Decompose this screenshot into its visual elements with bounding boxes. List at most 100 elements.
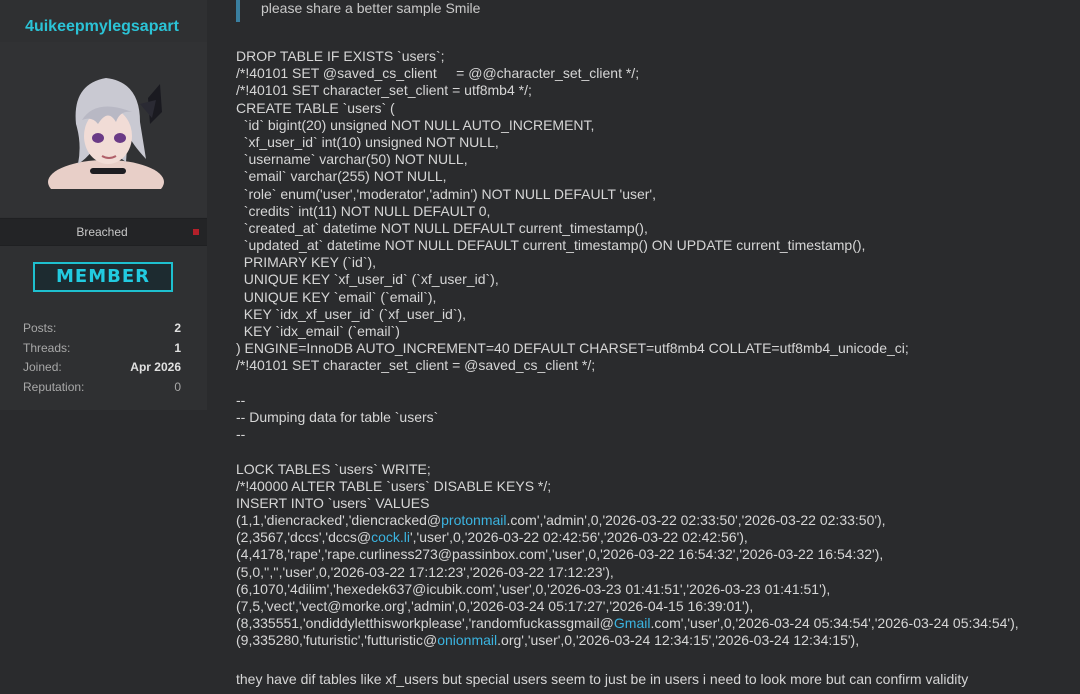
code-line: (7,5,'vect','vect@morke.org','admin',0,'… bbox=[236, 598, 1072, 615]
code-text: `role` enum('user','moderator','admin') … bbox=[236, 185, 656, 202]
stat-label: Joined: bbox=[23, 360, 62, 374]
code-text: (8,335551,'ondiddyletthisworkplease','ra… bbox=[236, 615, 614, 632]
stat-label: Posts: bbox=[23, 321, 57, 335]
quote-bar bbox=[236, 0, 240, 22]
email-domain-link[interactable]: protonmail bbox=[441, 512, 506, 528]
code-line: (6,1070,'4dilim','hexedek637@icubik.com'… bbox=[236, 581, 1072, 598]
code-line: KEY `idx_xf_user_id` (`xf_user_id`), bbox=[236, 306, 1072, 323]
code-line: (1,1,'diencracked','diencracked@protonma… bbox=[236, 512, 1072, 529]
code-line: (8,335551,'ondiddyletthisworkplease','ra… bbox=[236, 615, 1072, 632]
code-line: `email` varchar(255) NOT NULL, bbox=[236, 168, 1072, 185]
code-line: PRIMARY KEY (`id`), bbox=[236, 254, 1072, 271]
code-line: `role` enum('user','moderator','admin') … bbox=[236, 186, 1072, 203]
stat-joined: Joined: Apr 2026 bbox=[23, 360, 181, 376]
code-text: (6,1070,'4dilim','hexedek637@icubik.com'… bbox=[236, 580, 831, 597]
code-text: `xf_user_id` int(10) unsigned NOT NULL, bbox=[236, 133, 499, 150]
code-text: `email` varchar(255) NOT NULL, bbox=[236, 168, 447, 185]
stat-reputation: Reputation: 0 bbox=[23, 380, 181, 396]
code-text: .com','user',0,'2026-03-24 05:34:54','20… bbox=[650, 615, 1019, 632]
code-text: (7,5,'vect','vect@morke.org','admin',0,'… bbox=[236, 598, 754, 614]
code-text: /*!40101 SET @saved_cs_client = @@charac… bbox=[236, 65, 640, 82]
code-text: (4,4178,'rape','rape.curliness273@passin… bbox=[236, 546, 884, 563]
code-line: ) ENGINE=InnoDB AUTO_INCREMENT=40 DEFAUL… bbox=[236, 340, 1072, 357]
code-line: (9,335280,'futuristic','futturistic@onio… bbox=[236, 632, 1072, 649]
code-line: -- bbox=[236, 426, 1072, 443]
code-line: `id` bigint(20) unsigned NOT NULL AUTO_I… bbox=[236, 117, 1072, 134]
code-text: LOCK TABLES `users` WRITE; bbox=[236, 460, 431, 477]
post-body: DROP TABLE IF EXISTS `users`;/*!40101 SE… bbox=[236, 48, 1072, 650]
code-text: `updated_at` datetime NOT NULL DEFAULT c… bbox=[236, 237, 866, 254]
avatar-image bbox=[48, 78, 164, 189]
stat-value: Apr 2026 bbox=[130, 360, 181, 374]
code-line: LOCK TABLES `users` WRITE; bbox=[236, 461, 1072, 478]
code-line: /*!40000 ALTER TABLE `users` DISABLE KEY… bbox=[236, 478, 1072, 495]
code-text: ','user',0,'2026-03-22 02:42:56','2026-0… bbox=[409, 529, 748, 546]
code-line: `credits` int(11) NOT NULL DEFAULT 0, bbox=[236, 203, 1072, 220]
code-line: (4,4178,'rape','rape.curliness273@passin… bbox=[236, 546, 1072, 563]
code-line: `xf_user_id` int(10) unsigned NOT NULL, bbox=[236, 134, 1072, 151]
code-text: `username` varchar(50) NOT NULL, bbox=[236, 151, 468, 168]
code-text: KEY `idx_email` (`email`) bbox=[236, 323, 400, 339]
code-line: `username` varchar(50) NOT NULL, bbox=[236, 151, 1072, 168]
code-text: .org','user',0,'2026-03-24 12:34:15','20… bbox=[497, 632, 860, 649]
code-line: /*!40101 SET @saved_cs_client = @@charac… bbox=[236, 65, 1072, 82]
email-domain-link[interactable]: cock.li bbox=[371, 529, 410, 545]
rank-bar: Breached bbox=[0, 218, 207, 246]
email-domain-link[interactable]: onionmail bbox=[437, 632, 497, 648]
code-text: /*!40000 ALTER TABLE `users` DISABLE KEY… bbox=[236, 477, 552, 494]
code-line: KEY `idx_email` (`email`) bbox=[236, 323, 1072, 340]
status-indicator bbox=[193, 229, 199, 235]
code-text: -- bbox=[236, 391, 246, 408]
code-line: /*!40101 SET character_set_client = @sav… bbox=[236, 357, 1072, 374]
stat-threads: Threads: 1 bbox=[23, 341, 181, 357]
code-line: `updated_at` datetime NOT NULL DEFAULT c… bbox=[236, 237, 1072, 254]
code-line: (5,0,'','','user',0,'2026-03-22 17:12:23… bbox=[236, 564, 1072, 581]
code-line: UNIQUE KEY `xf_user_id` (`xf_user_id`), bbox=[236, 271, 1072, 288]
code-text: (2,3567,'dccs','dccs@ bbox=[236, 529, 372, 546]
stat-value[interactable]: 2 bbox=[174, 321, 181, 335]
code-text: CREATE TABLE `users` ( bbox=[236, 99, 395, 116]
code-text: .com','admin',0,'2026-03-22 02:33:50','2… bbox=[506, 512, 886, 529]
code-text: (5,0,'','','user',0,'2026-03-22 17:12:23… bbox=[236, 563, 614, 580]
quote-text: please share a better sample Smile bbox=[261, 0, 481, 16]
email-domain-link[interactable]: Gmail bbox=[614, 615, 651, 631]
code-line: INSERT INTO `users` VALUES bbox=[236, 495, 1072, 512]
code-line: /*!40101 SET character_set_client = utf8… bbox=[236, 82, 1072, 99]
code-line: DROP TABLE IF EXISTS `users`; bbox=[236, 48, 1072, 65]
code-text: (1,1,'diencracked','diencracked@ bbox=[236, 512, 442, 529]
code-text: -- Dumping data for table `users` bbox=[236, 408, 439, 425]
avatar[interactable] bbox=[0, 42, 207, 217]
username-link[interactable]: 4uikeepmylegsapart bbox=[0, 18, 204, 36]
stat-value[interactable]: 0 bbox=[174, 380, 181, 394]
code-text: PRIMARY KEY (`id`), bbox=[236, 254, 377, 271]
stat-label: Reputation: bbox=[23, 380, 85, 394]
member-badge: MEMBER bbox=[33, 262, 173, 292]
code-text: DROP TABLE IF EXISTS `users`; bbox=[236, 48, 445, 64]
code-line: -- Dumping data for table `users` bbox=[236, 409, 1072, 426]
post-footer-text: they have dif tables like xf_users but s… bbox=[236, 671, 969, 687]
code-text: `created_at` datetime NOT NULL DEFAULT c… bbox=[236, 219, 648, 236]
stat-label: Threads: bbox=[23, 341, 71, 355]
code-text: -- bbox=[236, 426, 246, 443]
stat-posts: Posts: 2 bbox=[23, 321, 181, 337]
code-text: ) ENGINE=InnoDB AUTO_INCREMENT=40 DEFAUL… bbox=[236, 340, 909, 357]
code-text: INSERT INTO `users` VALUES bbox=[236, 494, 430, 511]
user-sidebar: 4uikeepmylegsapart Breached MEMBER Posts… bbox=[0, 0, 207, 410]
code-text: /*!40101 SET character_set_client = utf8… bbox=[236, 82, 532, 99]
code-line: UNIQUE KEY `email` (`email`), bbox=[236, 289, 1072, 306]
code-text: UNIQUE KEY `xf_user_id` (`xf_user_id`), bbox=[236, 271, 499, 288]
code-line: CREATE TABLE `users` ( bbox=[236, 100, 1072, 117]
code-line: `created_at` datetime NOT NULL DEFAULT c… bbox=[236, 220, 1072, 237]
code-text: /*!40101 SET character_set_client = @sav… bbox=[236, 357, 596, 374]
code-text: (9,335280,'futuristic','futturistic@ bbox=[236, 632, 438, 649]
rank-label: Breached bbox=[76, 225, 128, 239]
code-text: `id` bigint(20) unsigned NOT NULL AUTO_I… bbox=[236, 116, 595, 133]
stat-value[interactable]: 1 bbox=[174, 341, 181, 355]
code-text: UNIQUE KEY `email` (`email`), bbox=[236, 288, 437, 305]
code-line: (2,3567,'dccs','dccs@cock.li','user',0,'… bbox=[236, 529, 1072, 546]
code-text: KEY `idx_xf_user_id` (`xf_user_id`), bbox=[236, 305, 467, 322]
code-text: `credits` int(11) NOT NULL DEFAULT 0, bbox=[236, 202, 491, 219]
code-line: -- bbox=[236, 392, 1072, 409]
